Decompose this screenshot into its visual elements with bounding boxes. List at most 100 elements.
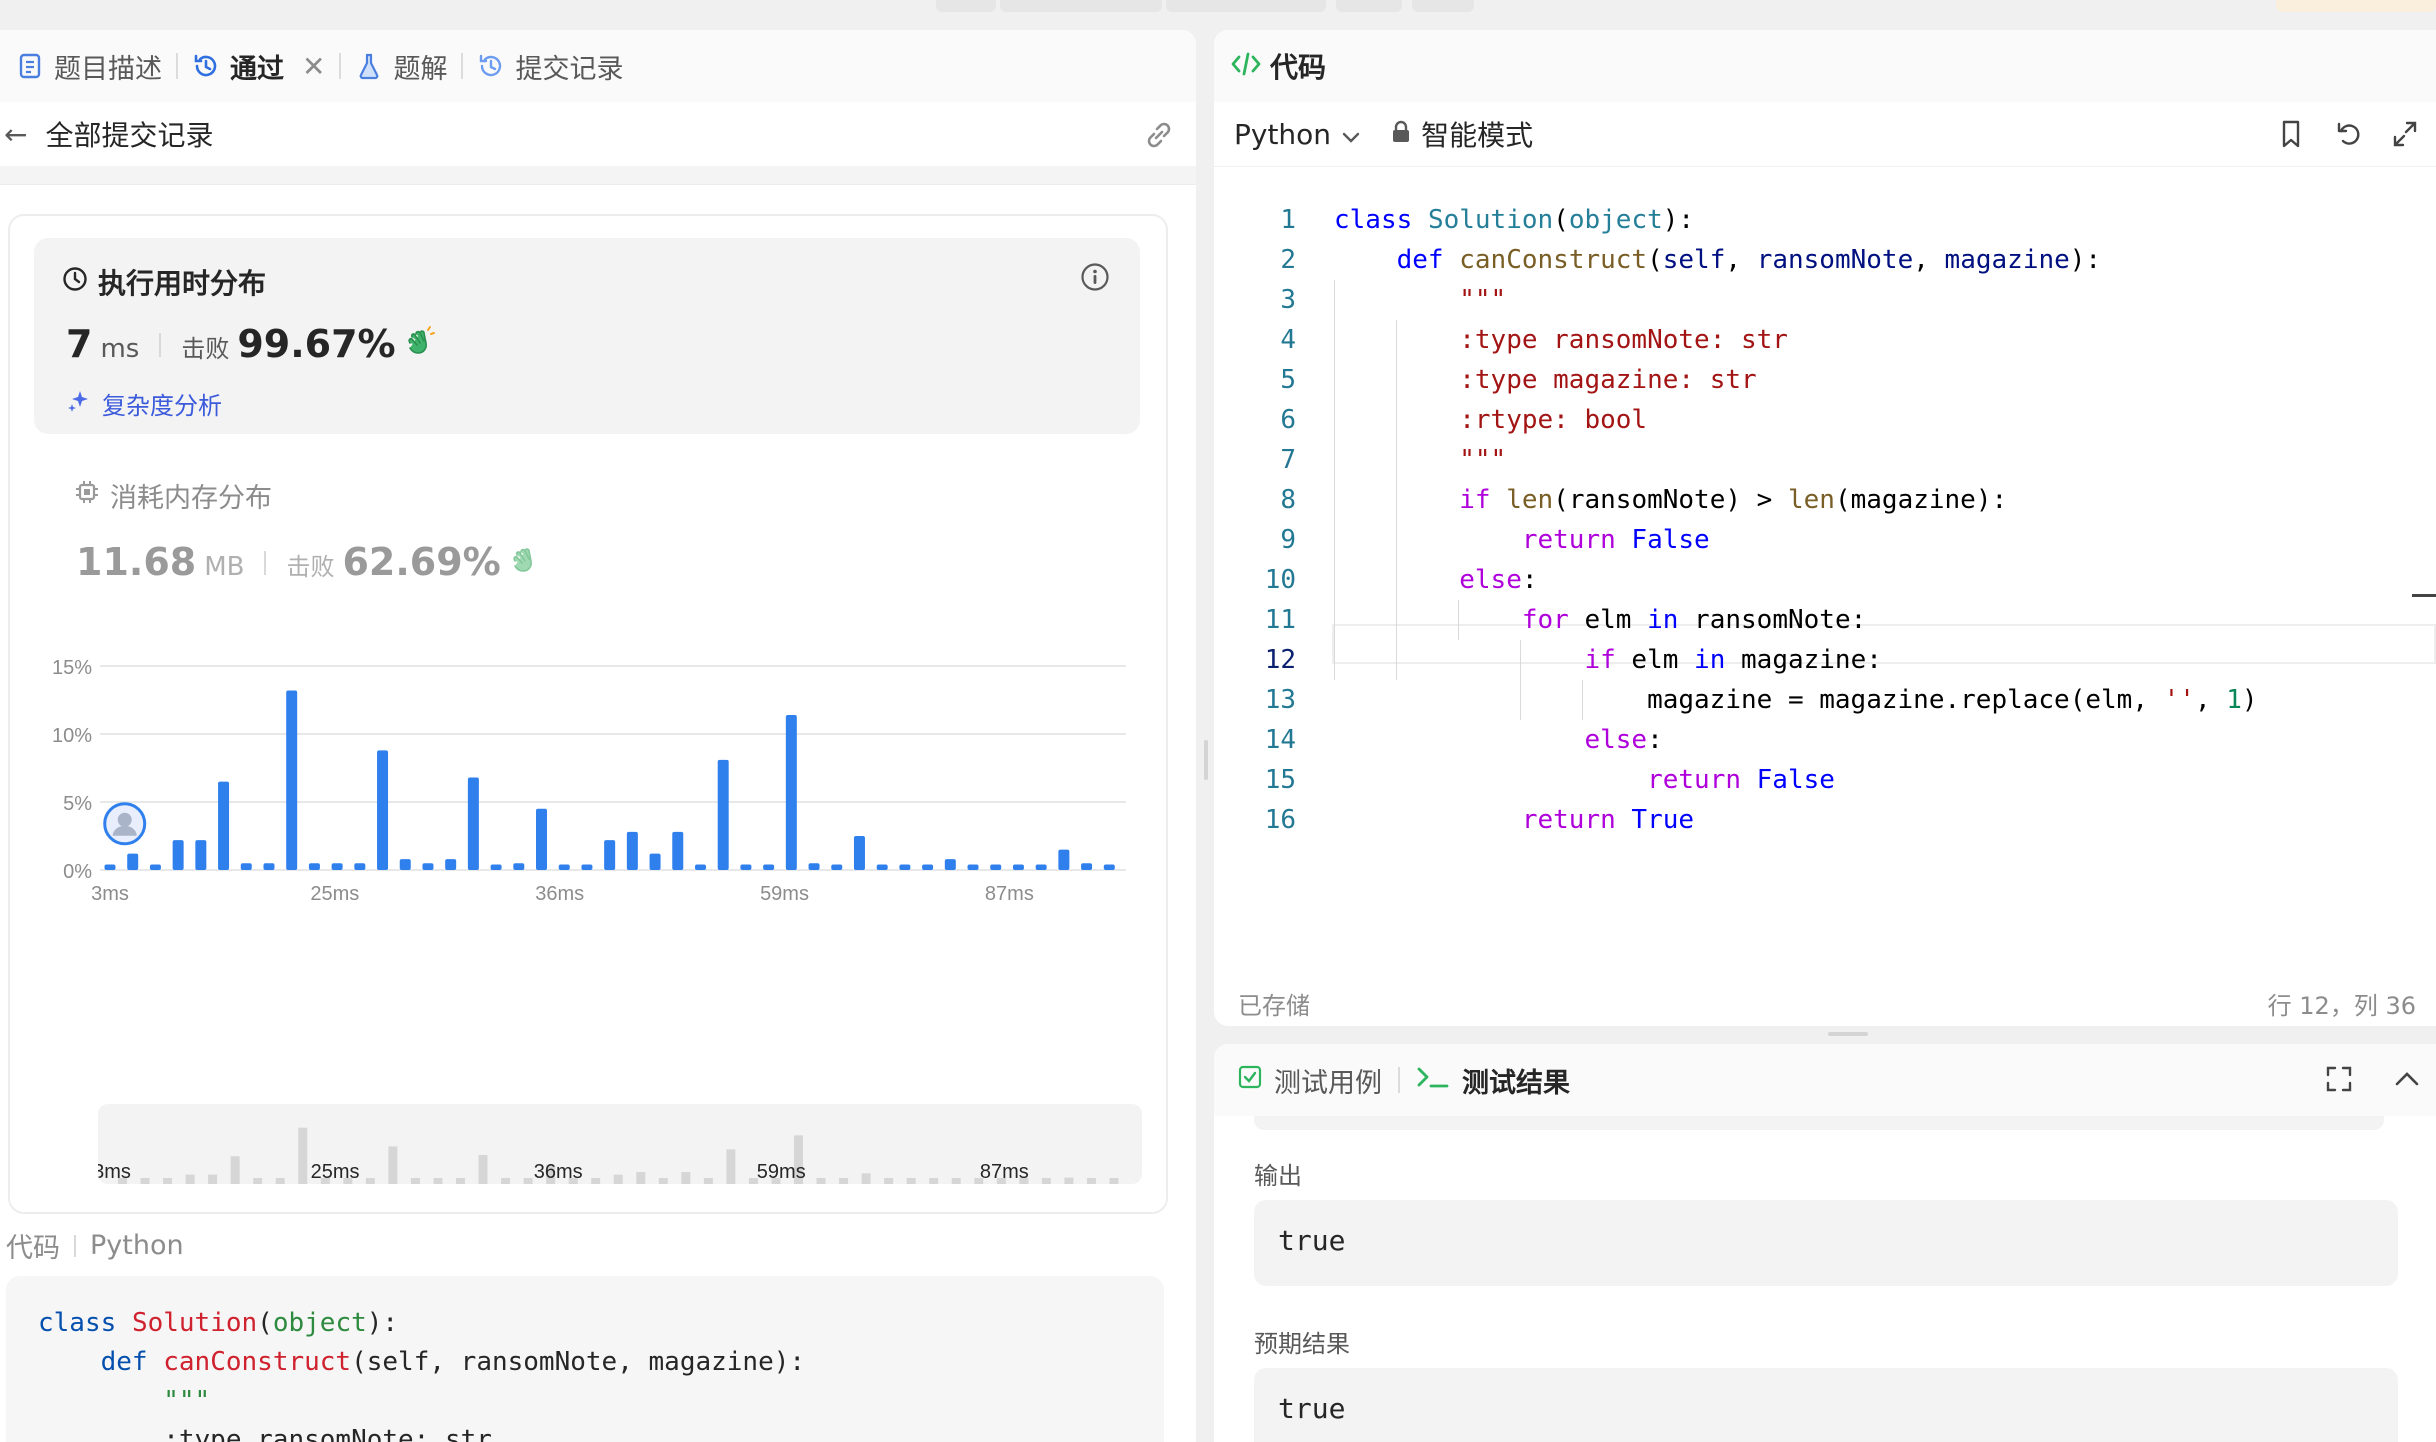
histogram-bar: [467, 777, 479, 870]
expected-label: 预期结果: [1254, 1330, 1350, 1358]
chevron-down-icon: [1341, 118, 1361, 151]
complexity-analysis-link[interactable]: 复杂度分析: [66, 386, 222, 421]
info-icon[interactable]: [1080, 262, 1110, 296]
code-header: 代码 Python: [6, 1226, 184, 1265]
tab-description[interactable]: 题目描述: [2, 47, 176, 86]
base-class: object: [1568, 205, 1663, 235]
kw: return: [1521, 525, 1616, 555]
histogram-bar: [1035, 864, 1047, 870]
fullscreen-icon[interactable]: [2324, 1064, 2354, 1098]
top-strip-segment: [2276, 0, 2436, 12]
clap-icon: [404, 325, 436, 361]
complexity-label: 复杂度分析: [102, 392, 222, 420]
beat-label: 击败: [181, 335, 230, 363]
scrollbar-marker[interactable]: [2412, 594, 2436, 597]
arrow-left-icon[interactable]: ←: [4, 118, 27, 151]
line-number: 4: [1280, 325, 1296, 355]
kw: def: [1396, 245, 1444, 275]
undo-icon[interactable]: [2332, 118, 2364, 154]
histogram-bar: [626, 831, 638, 870]
chip-icon: [74, 479, 100, 512]
histogram-bar: [649, 853, 661, 870]
kw: if: [1584, 645, 1616, 675]
runtime-distribution-chart[interactable]: 0% 5% 10% 15% 3ms 25ms 36ms 59ms 87ms: [34, 648, 1140, 978]
editor-code-text[interactable]: class Solution(object): def canConstruct…: [1334, 200, 2258, 840]
mini-tick-label: 36ms: [534, 1161, 583, 1183]
builtin: len: [1787, 485, 1835, 515]
line-number: 6: [1280, 405, 1296, 435]
histogram-bar: [899, 864, 911, 870]
line-number: 13: [1264, 685, 1296, 715]
histogram-bar: [422, 863, 434, 870]
mini-bar: [253, 1178, 263, 1184]
checkbox-icon: [1238, 1065, 1262, 1096]
mini-bar: [703, 1178, 713, 1184]
memory-unit: MB: [204, 552, 245, 582]
histogram-bar: [127, 853, 139, 870]
sparkle-icon: [66, 388, 92, 420]
test-panel: 测试用例 测试结果 输出 true 预期结果 true: [1214, 1044, 2436, 1442]
all-submissions-link[interactable]: 全部提交记录: [45, 114, 213, 154]
horizontal-resize-handle[interactable]: [1828, 1032, 1868, 1036]
fullscreen-icon[interactable]: [2390, 118, 2420, 154]
bookmark-icon[interactable]: [2276, 118, 2306, 154]
kw: else: [1584, 725, 1648, 755]
histogram-bar: [308, 863, 320, 870]
mini-tick-label: 25ms: [311, 1161, 360, 1183]
mini-tick-label: 87ms: [980, 1161, 1029, 1183]
mini-bar: [1109, 1178, 1119, 1184]
kw: class: [1334, 205, 1413, 235]
tab-testcase[interactable]: 测试用例: [1238, 1061, 1382, 1100]
vertical-resize-handle[interactable]: [1204, 740, 1208, 780]
tab-label: 提交记录: [515, 53, 624, 85]
scroll-shadow: [1254, 1116, 2384, 1130]
mini-bar: [861, 1173, 871, 1184]
x-tick-label: 59ms: [760, 883, 809, 905]
docstring: """: [163, 1386, 211, 1416]
line-number: 10: [1264, 565, 1296, 595]
y-tick-label: 15%: [52, 657, 92, 679]
string: """: [1459, 445, 1507, 475]
language-select[interactable]: Python: [1234, 118, 1361, 151]
scroll-shadow: [0, 166, 1196, 185]
mini-bar: [591, 1178, 601, 1184]
runtime-panel[interactable]: 执行用时分布 7 ms 击败 99.67% 复杂度分析: [34, 238, 1140, 434]
runtime-title: 执行用时分布: [98, 267, 267, 300]
histogram-bar: [990, 864, 1002, 870]
code-editor[interactable]: 1 2 3 4 5 6 7 8 9 10 11 12 13 14 15 16 class Solution(o…: [1214, 166, 2436, 835]
code-language: Python: [90, 1230, 184, 1261]
kw: in: [1694, 645, 1726, 675]
value-divider: [159, 333, 162, 357]
runtime-range-slider[interactable]: 3ms 25ms 36ms 59ms 87ms: [98, 1104, 1142, 1184]
param: magazine: [1944, 245, 2070, 275]
histogram-bar: [445, 859, 457, 870]
string: :type magazine: str: [1459, 365, 1757, 395]
editor-toolbar-icons: [2276, 118, 2420, 154]
editor-toolbar: Python 智能模式: [1214, 102, 2436, 167]
histogram-bar: [1012, 864, 1024, 870]
left-panel: 题目描述 通过 ✕ 题解 提交记录 ← 全部提交记录 执行用时分布 7 ms 击…: [0, 30, 1196, 1442]
histogram-bar: [149, 864, 161, 870]
close-icon[interactable]: ✕: [302, 50, 325, 83]
histogram-bar: [1081, 863, 1093, 870]
tab-label: 测试结果: [1462, 1067, 1570, 1099]
memory-panel[interactable]: 消耗内存分布 11.68 MB 击败 62.69%: [34, 456, 1140, 586]
link-icon[interactable]: [1142, 118, 1176, 156]
mini-bar: [613, 1174, 623, 1184]
mini-tick-label: 3ms: [98, 1161, 131, 1183]
tab-accepted[interactable]: 通过 ✕: [178, 47, 339, 86]
cls-name: Solution: [131, 1308, 258, 1338]
param: ransomNote: [1756, 245, 1914, 275]
tab-divider: [1398, 1067, 1400, 1093]
memory-header: 消耗内存分布: [74, 476, 272, 515]
histogram-bar: [558, 864, 570, 870]
chevron-up-icon[interactable]: [2392, 1064, 2422, 1098]
tab-test-result[interactable]: 测试结果: [1416, 1061, 1570, 1100]
histogram-bar: [490, 864, 502, 870]
tab-submissions[interactable]: 提交记录: [463, 47, 637, 86]
smart-mode-toggle[interactable]: 智能模式: [1391, 114, 1533, 154]
mini-bar: [816, 1178, 826, 1184]
cls-name: Solution: [1427, 205, 1554, 235]
tab-solutions[interactable]: 题解: [341, 47, 461, 86]
tab-label: 通过: [230, 53, 284, 85]
